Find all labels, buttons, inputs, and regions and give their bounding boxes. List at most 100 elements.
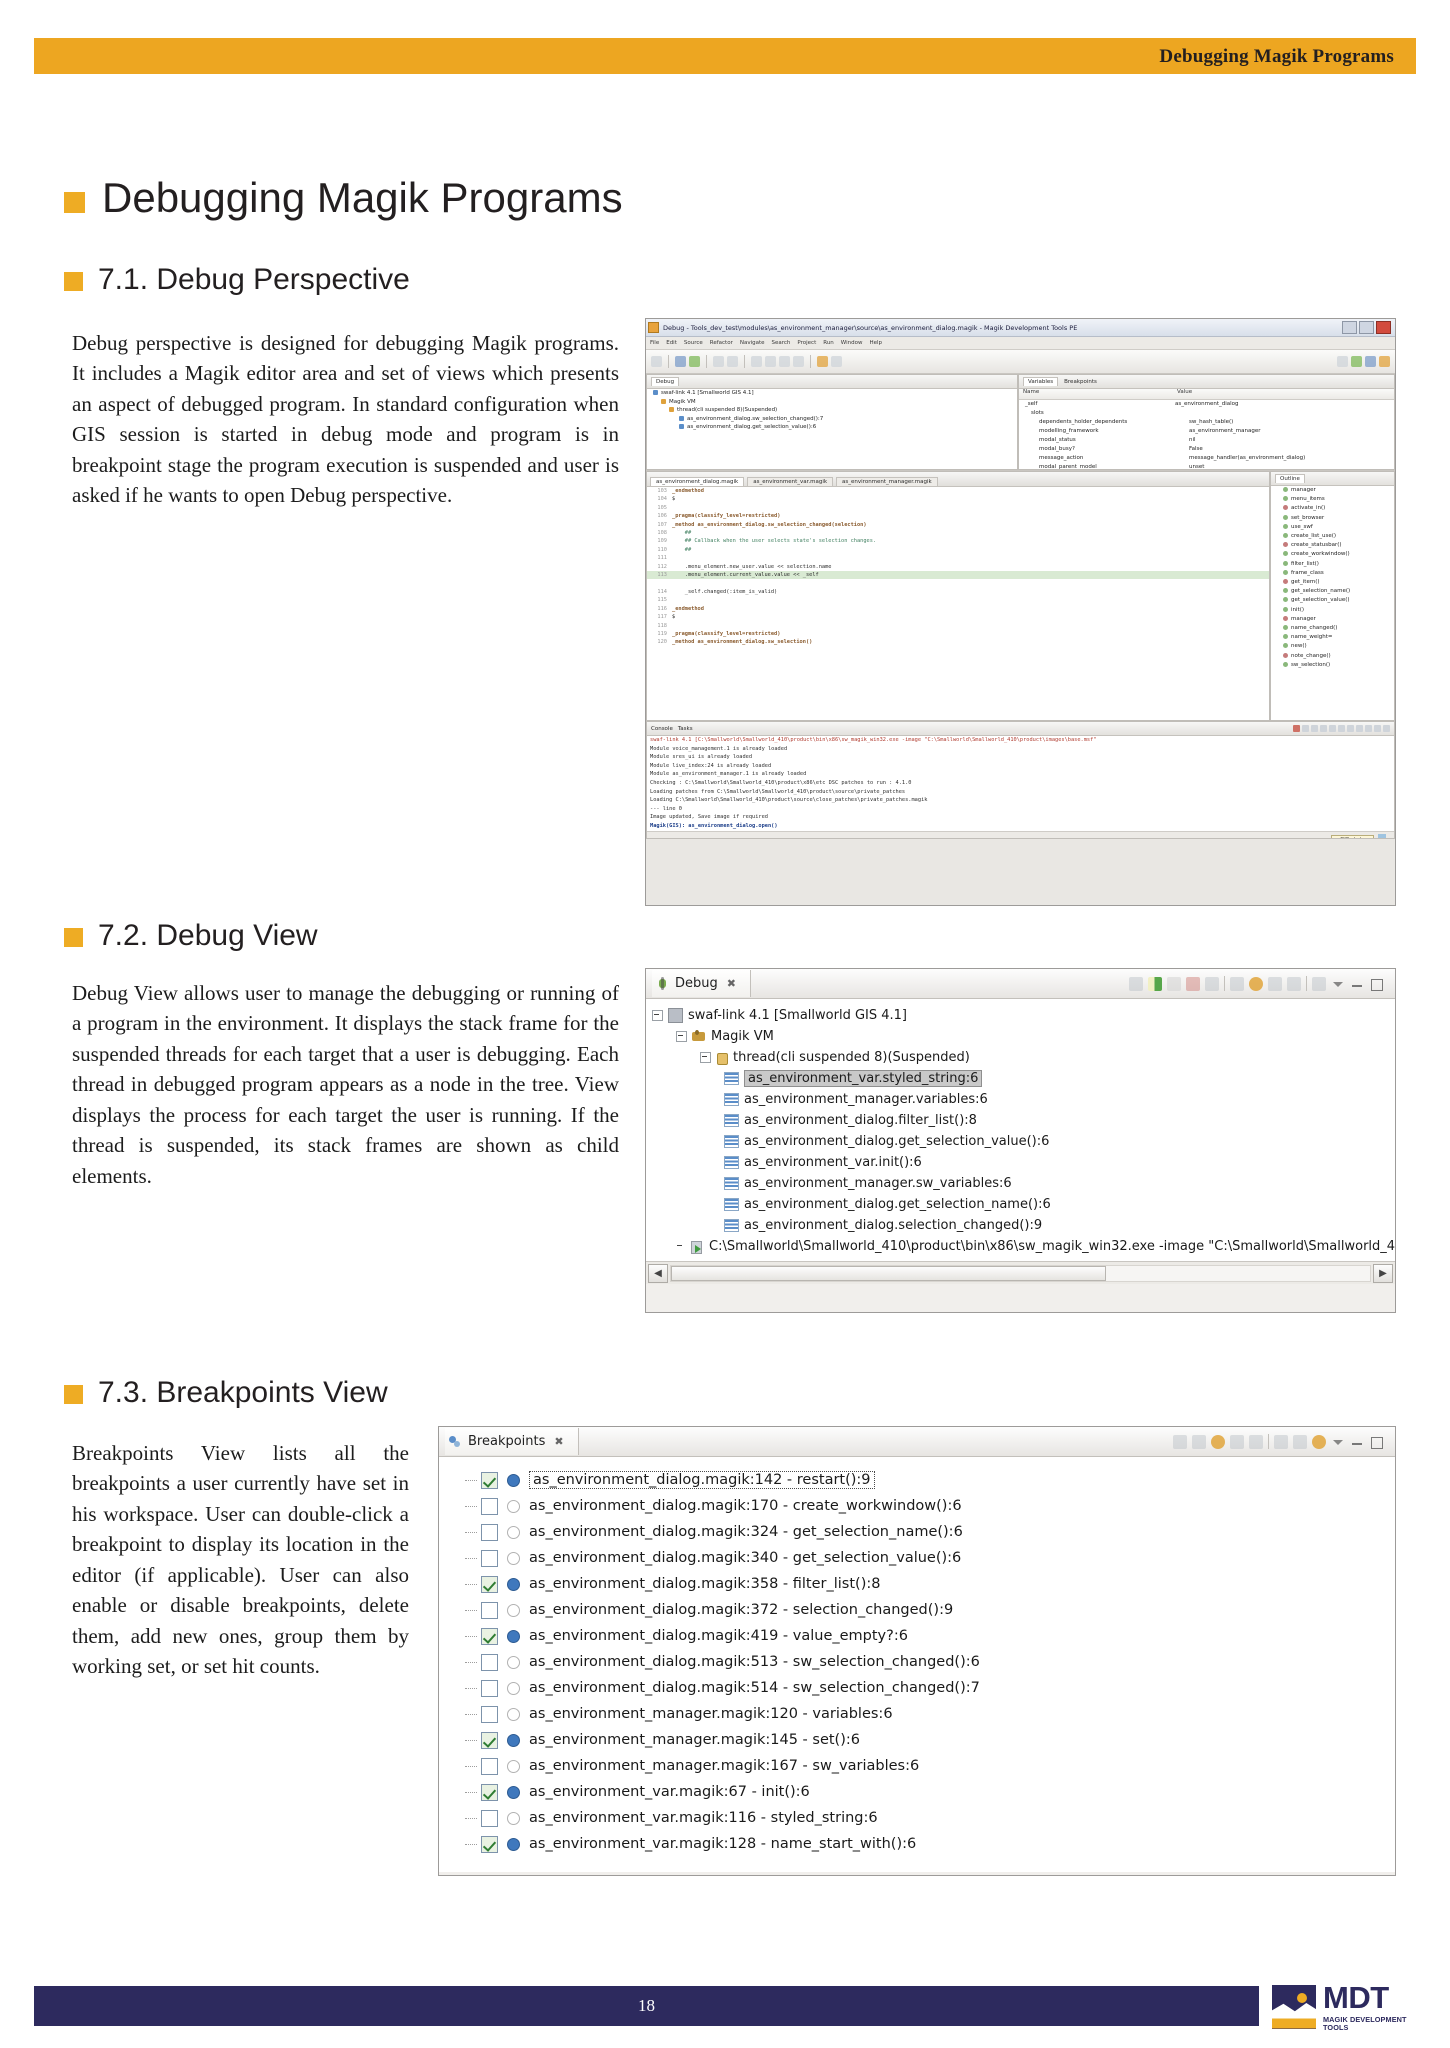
tree-row[interactable]: thread(cli suspended 8)(Suspended) (647, 406, 1017, 415)
outline-view[interactable]: Outline managermenu_itemsactivate_in()se… (1270, 471, 1395, 721)
tab-console[interactable]: Console (651, 726, 673, 732)
console-tabs[interactable]: Console Tasks (647, 722, 1394, 736)
tab-breakpoints[interactable]: Breakpoints ✖ (445, 1428, 579, 1455)
open-console-icon[interactable] (1356, 725, 1363, 732)
breakpoint-enabled-checkbox[interactable] (481, 1784, 498, 1801)
menu-edit[interactable]: Edit (666, 340, 677, 346)
outline-item[interactable]: set_browser (1271, 514, 1394, 523)
outline-tabs[interactable]: Outline (1271, 472, 1394, 486)
breakpoint-enabled-checkbox[interactable] (481, 1524, 498, 1541)
drop-to-frame-icon[interactable] (1287, 977, 1301, 991)
working-sets-icon[interactable] (1312, 1435, 1326, 1449)
breakpoint-enabled-checkbox[interactable] (481, 1602, 498, 1619)
forward-icon[interactable] (831, 356, 842, 367)
breakpoint-row[interactable]: as_environment_dialog.magik:372 - select… (453, 1597, 1395, 1623)
breakpoints-view-toolbar[interactable] (1173, 1434, 1389, 1449)
editor-tab[interactable]: as_environment_manager.magik (836, 477, 938, 486)
menu-project[interactable]: Project (797, 340, 816, 346)
tree-row[interactable]: swaf-link 4.1 [Smallworld GIS 4.1] (647, 389, 1017, 398)
breakpoint-row[interactable]: as_environment_dialog.magik:513 - sw_sel… (453, 1649, 1395, 1675)
horizontal-scrollbar[interactable]: ◀ ▶ (646, 1261, 1395, 1284)
clear-console-icon[interactable] (1320, 725, 1327, 732)
perspective-switcher[interactable] (1337, 356, 1390, 367)
breakpoint-enabled-checkbox[interactable] (481, 1810, 498, 1827)
step-return-icon[interactable] (1268, 977, 1282, 991)
disconnect-icon[interactable] (1205, 977, 1219, 991)
stack-frame-row[interactable]: as_environment_manager.sw_variables:6 (652, 1173, 1395, 1194)
collapse-toggle-icon[interactable] (676, 1031, 687, 1042)
breakpoint-enabled-checkbox[interactable] (481, 1680, 498, 1697)
terminate-icon[interactable] (1186, 977, 1200, 991)
maximize-icon[interactable] (1369, 1435, 1383, 1449)
run-icon[interactable] (689, 356, 700, 367)
tab-outline[interactable]: Outline (1275, 474, 1305, 483)
tree-row[interactable]: as_environment_dialog.sw_selection_chang… (647, 415, 1017, 424)
outline-item[interactable]: menu_items (1271, 495, 1394, 504)
editor-code-area[interactable]: 103_endmethod 104$ 105 106_pragma(classi… (647, 487, 1269, 647)
remove-all-terminated-icon[interactable] (1129, 977, 1143, 991)
resume-icon[interactable] (1148, 977, 1162, 991)
step-over-icon[interactable] (1249, 977, 1263, 991)
variables-rows[interactable]: _selfas_environment_dialog slots depende… (1019, 400, 1394, 470)
view-menu-icon[interactable] (1331, 977, 1345, 991)
minimize-icon[interactable] (1342, 321, 1357, 334)
editor-tab[interactable]: as_environment_var.magik (747, 477, 833, 486)
breakpoint-row[interactable]: as_environment_dialog.magik:170 - create… (453, 1493, 1395, 1519)
pin-console-icon[interactable] (1338, 725, 1345, 732)
editor-tabs[interactable]: as_environment_dialog.magik as_environme… (647, 472, 1269, 487)
scrollbar-track[interactable] (670, 1265, 1371, 1282)
step-into-icon[interactable] (1230, 977, 1244, 991)
breakpoint-enabled-checkbox[interactable] (481, 1550, 498, 1567)
breakpoint-enabled-checkbox[interactable] (481, 1732, 498, 1749)
table-row[interactable]: _selfas_environment_dialog (1019, 400, 1394, 409)
tree-row[interactable]: as_environment_dialog.get_selection_valu… (647, 423, 1017, 432)
outline-item[interactable]: manager (1271, 486, 1394, 495)
remove-breakpoint-icon[interactable] (1173, 1435, 1187, 1449)
breakpoints-list[interactable]: as_environment_dialog.magik:142 - restar… (439, 1457, 1395, 1872)
scrollbar-thumb[interactable] (671, 1266, 1106, 1281)
collapse-toggle-icon[interactable] (700, 1052, 711, 1063)
breakpoint-enabled-checkbox[interactable] (481, 1758, 498, 1775)
menu-navigate[interactable]: Navigate (740, 340, 765, 346)
breakpoint-enabled-checkbox[interactable] (481, 1628, 498, 1645)
outline-item[interactable]: filter_list() (1271, 560, 1394, 569)
view-menu-icon[interactable] (1365, 725, 1372, 732)
stack-frame-row[interactable]: as_environment_manager.variables:6 (652, 1089, 1395, 1110)
table-row[interactable]: dependents_holder_dependentssw_hash_tabl… (1019, 418, 1394, 427)
link-with-debug-view-icon[interactable] (1249, 1435, 1263, 1449)
close-icon[interactable]: ✖ (554, 1435, 563, 1448)
breakpoint-row[interactable]: as_environment_dialog.magik:419 - value_… (453, 1623, 1395, 1649)
magik-editor[interactable]: as_environment_dialog.magik as_environme… (646, 471, 1270, 721)
tree-row[interactable]: Magik VM (647, 398, 1017, 407)
tree-node-process[interactable]: C:\Smallworld\Smallworld_410\product\bin… (652, 1236, 1395, 1257)
table-row[interactable]: modal_statusnil (1019, 436, 1394, 445)
outline-item[interactable]: use_swf (1271, 523, 1394, 532)
breakpoint-enabled-checkbox[interactable] (481, 1836, 498, 1853)
terminate-icon[interactable] (1293, 725, 1300, 732)
collapse-all-icon[interactable] (1293, 1435, 1307, 1449)
outline-item[interactable]: sw_selection() (1271, 661, 1394, 670)
outline-item[interactable]: new() (1271, 642, 1394, 651)
remove-all-breakpoints-icon[interactable] (1192, 1435, 1206, 1449)
outline-item[interactable]: note_change() (1271, 652, 1394, 661)
maximize-icon[interactable] (1359, 321, 1374, 334)
menu-source[interactable]: Source (684, 340, 703, 346)
variables-pane-tabs[interactable]: Variables Breakpoints (1019, 375, 1394, 389)
outline-item[interactable]: get_item() (1271, 578, 1394, 587)
expand-all-icon[interactable] (1274, 1435, 1288, 1449)
editor-tab-active[interactable]: as_environment_dialog.magik (650, 477, 744, 486)
menu-refactor[interactable]: Refactor (710, 340, 733, 346)
stack-frame-row[interactable]: as_environment_dialog.filter_list():8 (652, 1110, 1395, 1131)
breakpoint-row[interactable]: as_environment_dialog.magik:514 - sw_sel… (453, 1675, 1395, 1701)
tab-debug[interactable]: Debug (651, 377, 679, 386)
debug-view-toolbar[interactable] (1129, 976, 1389, 991)
breakpoint-row[interactable]: as_environment_var.magik:128 - name_star… (453, 1831, 1395, 1857)
stack-frame-row[interactable]: as_environment_var.init():6 (652, 1152, 1395, 1173)
debug-pane-tree[interactable]: swaf-link 4.1 [Smallworld GIS 4.1] Magik… (647, 389, 1017, 432)
breakpoint-enabled-checkbox[interactable] (481, 1576, 498, 1593)
outline-item[interactable]: activate_in() (1271, 504, 1394, 513)
table-row[interactable]: message_actionmessage_handler(as_environ… (1019, 454, 1394, 463)
menu-file[interactable]: File (650, 340, 659, 346)
last-edit-location-icon[interactable] (779, 356, 790, 367)
breakpoint-enabled-checkbox[interactable] (481, 1472, 498, 1489)
